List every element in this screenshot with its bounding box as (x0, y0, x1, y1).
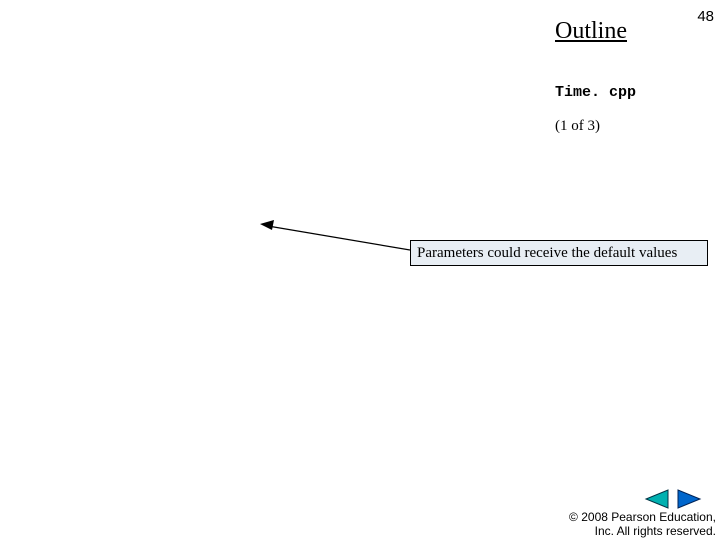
copyright-line-2: Inc. All rights reserved. (569, 524, 716, 538)
copyright: © 2008 Pearson Education, Inc. All right… (569, 510, 716, 538)
annotation-callout: Parameters could receive the default val… (410, 240, 708, 266)
next-button[interactable] (676, 488, 704, 510)
nav-controls (642, 488, 704, 510)
copyright-line-1: © 2008 Pearson Education, (569, 510, 716, 524)
outline-heading: Outline (555, 18, 627, 45)
page-of-pages: (1 of 3) (555, 118, 600, 135)
triangle-right-icon (676, 488, 704, 510)
prev-button[interactable] (642, 488, 670, 510)
page-number: 48 (697, 8, 714, 25)
source-filename: Time. cpp (555, 84, 636, 101)
triangle-left-icon (642, 488, 670, 510)
annotation-arrow (260, 218, 420, 254)
